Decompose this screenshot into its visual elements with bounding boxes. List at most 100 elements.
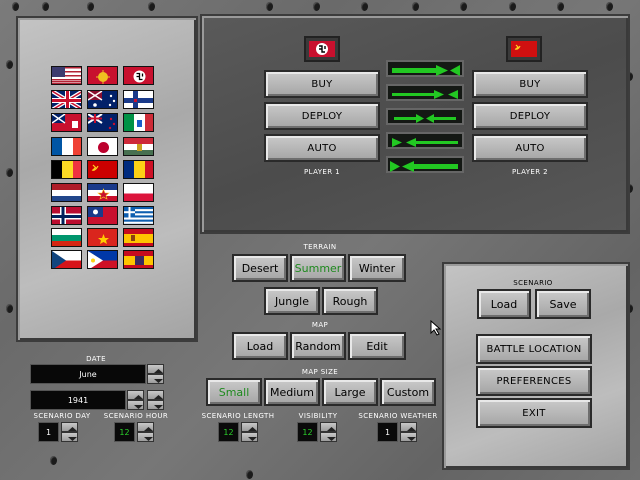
map-load-button[interactable]: Load bbox=[232, 332, 288, 360]
spin-down-icon[interactable] bbox=[147, 400, 164, 410]
player1-auto-button[interactable]: AUTO bbox=[264, 134, 380, 162]
spin-up-icon[interactable] bbox=[400, 422, 417, 432]
advantage-arrow-player1[interactable] bbox=[386, 132, 464, 149]
visibility-spinner[interactable] bbox=[320, 422, 337, 442]
yugoslavia-nation-button[interactable] bbox=[87, 183, 118, 202]
advantage-arrow-even[interactable] bbox=[386, 108, 464, 125]
china-nation-button[interactable] bbox=[87, 206, 118, 225]
hungary-flag-icon bbox=[124, 138, 153, 155]
spin-up-icon[interactable] bbox=[241, 422, 258, 432]
spin-up-icon[interactable] bbox=[320, 422, 337, 432]
scenario-hour-value[interactable]: 12 bbox=[114, 422, 135, 442]
advantage-arrow-player2[interactable] bbox=[386, 84, 464, 101]
spin-up-icon[interactable] bbox=[127, 390, 144, 400]
netherlands-nation-button[interactable] bbox=[51, 183, 82, 202]
philippines-nation-button[interactable] bbox=[87, 250, 118, 269]
scenario-day-spinner[interactable] bbox=[61, 422, 78, 442]
scenario-load-button[interactable]: Load bbox=[477, 289, 531, 319]
france-nation-button[interactable] bbox=[51, 137, 82, 156]
player1-buy-button[interactable]: BUY bbox=[264, 70, 380, 98]
terrain-rough-button[interactable]: Rough bbox=[322, 287, 378, 315]
terrain-winter-button[interactable]: Winter bbox=[348, 254, 406, 282]
visibility-value[interactable]: 12 bbox=[297, 422, 318, 442]
spain-nation-button[interactable] bbox=[123, 228, 154, 247]
bulgaria-nation-button[interactable] bbox=[51, 228, 82, 247]
czech-nation-button[interactable] bbox=[51, 250, 82, 269]
spin-down-icon[interactable] bbox=[320, 432, 337, 442]
spin-up-icon[interactable] bbox=[147, 364, 164, 374]
spin-up-icon[interactable] bbox=[137, 422, 154, 432]
spin-up-icon[interactable] bbox=[61, 422, 78, 432]
spin-down-icon[interactable] bbox=[127, 400, 144, 410]
advantage-arrow-max-player2[interactable] bbox=[386, 60, 464, 77]
map-size-medium-button[interactable]: Medium bbox=[264, 378, 320, 406]
player1-deploy-button[interactable]: DEPLOY bbox=[264, 102, 380, 130]
map-size-small-button[interactable]: Small bbox=[206, 378, 262, 406]
map-size-custom-button[interactable]: Custom bbox=[380, 378, 436, 406]
spin-down-icon[interactable] bbox=[137, 432, 154, 442]
date-year-down-spinner[interactable] bbox=[127, 390, 144, 410]
belgium-nation-button[interactable] bbox=[51, 160, 82, 179]
scenario-length-value[interactable]: 12 bbox=[218, 422, 239, 442]
scenario-day-value[interactable]: 1 bbox=[38, 422, 59, 442]
terrain-jungle-button[interactable]: Jungle bbox=[264, 287, 320, 315]
spin-down-icon[interactable] bbox=[147, 374, 164, 384]
hungary-nation-button[interactable] bbox=[123, 137, 154, 156]
uk-nation-button[interactable] bbox=[51, 90, 82, 109]
player2-buy-button[interactable]: BUY bbox=[472, 70, 588, 98]
game-setup-screen: BUY DEPLOY AUTO PLAYER 1 BUY DEPLOY AUTO… bbox=[0, 0, 640, 480]
map-size-label: MAP SIZE bbox=[301, 368, 339, 376]
romania-nation-button[interactable] bbox=[123, 160, 154, 179]
china-flag-icon bbox=[88, 207, 117, 224]
australia-nation-button[interactable] bbox=[87, 90, 118, 109]
soviet-nation-button[interactable] bbox=[87, 160, 118, 179]
north-vietnam-nation-button[interactable] bbox=[87, 228, 118, 247]
scenario-length-spinner[interactable] bbox=[241, 422, 258, 442]
spin-down-icon[interactable] bbox=[61, 432, 78, 442]
canada-red-ensign-nation-button[interactable] bbox=[51, 113, 82, 132]
battle-location-button[interactable]: BATTLE LOCATION bbox=[476, 334, 592, 364]
scenario-weather-value[interactable]: 1 bbox=[377, 422, 398, 442]
map-random-button[interactable]: Random bbox=[290, 332, 346, 360]
nazi-nation-button[interactable] bbox=[123, 66, 154, 85]
spain-1945-nation-button[interactable] bbox=[123, 250, 154, 269]
usa-flag-icon bbox=[52, 67, 81, 84]
player2-nation-button[interactable] bbox=[506, 36, 542, 62]
italy-nation-button[interactable] bbox=[123, 113, 154, 132]
player1-nation-button[interactable] bbox=[304, 36, 340, 62]
date-month-spinner[interactable] bbox=[147, 364, 164, 384]
spain-flag-icon bbox=[124, 229, 153, 246]
date-month-field[interactable]: June bbox=[30, 364, 146, 384]
finland-cross-nation-button[interactable] bbox=[123, 90, 154, 109]
player2-auto-button[interactable]: AUTO bbox=[472, 134, 588, 162]
exit-button[interactable]: EXIT bbox=[476, 398, 592, 428]
date-year-field[interactable]: 1941 bbox=[30, 390, 126, 410]
new-zealand-nation-button[interactable] bbox=[87, 113, 118, 132]
arrow-left-small-icon bbox=[392, 138, 458, 147]
spin-down-icon[interactable] bbox=[400, 432, 417, 442]
map-edit-button[interactable]: Edit bbox=[348, 332, 406, 360]
spain-1945-flag-icon bbox=[124, 251, 153, 268]
scenario-weather-spinner[interactable] bbox=[400, 422, 417, 442]
date-label: DATE bbox=[86, 355, 106, 363]
player2-deploy-button[interactable]: DEPLOY bbox=[472, 102, 588, 130]
japan-nation-button[interactable] bbox=[87, 137, 118, 156]
spin-up-icon[interactable] bbox=[147, 390, 164, 400]
advantage-arrow-max-player1[interactable] bbox=[386, 156, 464, 173]
terrain-desert-button[interactable]: Desert bbox=[232, 254, 288, 282]
greece-nation-button[interactable] bbox=[123, 206, 154, 225]
poland-nation-button[interactable] bbox=[123, 183, 154, 202]
usa-nation-button[interactable] bbox=[51, 66, 82, 85]
czech-flag-icon bbox=[52, 251, 81, 268]
rising-sun-army-nation-button[interactable] bbox=[87, 66, 118, 85]
scenario-save-button[interactable]: Save bbox=[535, 289, 591, 319]
scenario-hour-spinner[interactable] bbox=[137, 422, 154, 442]
rivet-decoration bbox=[6, 304, 13, 313]
date-year-up-spinner[interactable] bbox=[147, 390, 164, 410]
map-size-large-button[interactable]: Large bbox=[322, 378, 378, 406]
norway-nation-button[interactable] bbox=[51, 206, 82, 225]
spin-down-icon[interactable] bbox=[241, 432, 258, 442]
preferences-button[interactable]: PREFERENCES bbox=[476, 366, 592, 396]
arrow-even-icon bbox=[394, 114, 456, 123]
terrain-summer-button[interactable]: Summer bbox=[290, 254, 346, 282]
